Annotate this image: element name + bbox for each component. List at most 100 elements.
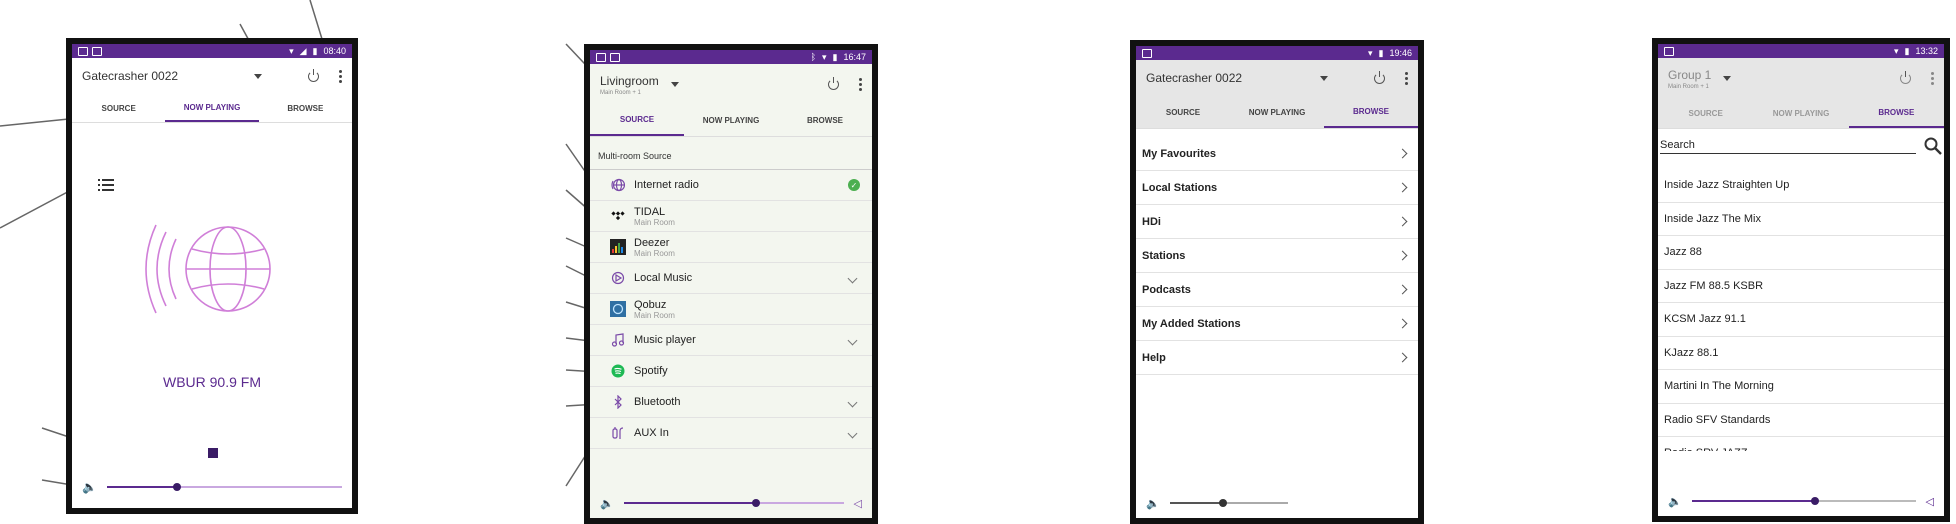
more-icon[interactable] <box>1931 71 1934 85</box>
browse-menu-label: Podcasts <box>1142 283 1191 296</box>
result-item[interactable]: Inside Jazz Straighten Up <box>1658 169 1944 203</box>
chevron-down-icon[interactable] <box>847 428 858 438</box>
tab-browse[interactable]: BROWSE <box>259 94 352 122</box>
source-item[interactable]: Music player <box>590 325 872 356</box>
stop-button[interactable] <box>208 448 218 458</box>
tab-source[interactable]: SOURCE <box>590 104 684 136</box>
power-icon[interactable] <box>1900 70 1911 84</box>
browse-menu-item[interactable]: Help <box>1136 341 1418 375</box>
browse-menu-item[interactable]: HDi <box>1136 205 1418 239</box>
section-label: Multi-room Source <box>590 137 872 170</box>
result-label: Martini In The Morning <box>1664 380 1774 393</box>
source-item[interactable]: Internet radio ✓ <box>590 170 872 201</box>
tab-source[interactable]: SOURCE <box>1136 96 1230 128</box>
bluetooth-icon <box>610 394 626 410</box>
search-input[interactable]: Search <box>1660 139 1916 154</box>
source-sub: Main Room <box>634 248 675 258</box>
result-item[interactable]: Martini In The Morning <box>1658 370 1944 404</box>
tab-source[interactable]: SOURCE <box>1658 98 1753 128</box>
result-item[interactable]: Radio SRV JAZZ <box>1658 437 1944 451</box>
battery-icon: ▮ <box>832 51 838 62</box>
tab-browse[interactable]: BROWSE <box>1324 96 1418 128</box>
power-icon[interactable] <box>828 76 839 90</box>
qobuz-icon <box>610 301 626 317</box>
room-sub: Main Room + 1 <box>1668 84 1709 90</box>
power-icon[interactable] <box>308 68 319 82</box>
speaker-icon[interactable]: 🔈 <box>1146 497 1160 510</box>
chevron-down-icon[interactable] <box>847 335 858 345</box>
result-item[interactable]: Inside Jazz The Mix <box>1658 203 1944 236</box>
tab-bar: SOURCE NOW PLAYING BROWSE <box>1658 98 1944 129</box>
chevron-down-icon[interactable] <box>847 397 858 407</box>
source-item[interactable]: Deezer Main Room <box>590 232 872 263</box>
chevron-down-icon[interactable] <box>847 273 858 283</box>
browse-menu-item[interactable]: Podcasts <box>1136 273 1418 307</box>
chevron-down-icon[interactable] <box>1320 75 1328 81</box>
source-label: Bluetooth <box>634 396 681 408</box>
device-name[interactable]: Gatecrasher 0022 <box>1146 71 1242 85</box>
tab-browse[interactable]: BROWSE <box>1848 98 1944 128</box>
result-item[interactable]: KJazz 88.1 <box>1658 337 1944 370</box>
browse-menu-item[interactable]: My Favourites <box>1136 137 1418 171</box>
browse-menu-item[interactable]: Stations <box>1136 239 1418 273</box>
queue-list-icon[interactable] <box>98 178 114 191</box>
chevron-right-icon <box>1397 352 1408 363</box>
source-label: AUX In <box>634 427 669 439</box>
speaker-max-icon[interactable]: ◁ <box>1926 495 1934 508</box>
source-sub: Main Room <box>634 217 675 227</box>
chevron-down-icon[interactable] <box>254 73 262 79</box>
chevron-down-icon[interactable] <box>670 81 679 87</box>
volume-slider[interactable] <box>623 499 844 507</box>
result-label: Radio SRV JAZZ <box>1664 447 1938 451</box>
source-item[interactable]: Bluetooth <box>590 387 872 418</box>
speaker-icon[interactable]: 🔈 <box>1668 495 1682 508</box>
volume-bar: 🔈 ◁ <box>590 488 872 518</box>
tab-now-playing[interactable]: NOW PLAYING <box>165 94 259 122</box>
battery-icon: ▮ <box>1378 47 1384 58</box>
source-item[interactable]: AUX In <box>590 418 872 449</box>
search-icon[interactable] <box>1924 137 1942 155</box>
speaker-icon[interactable]: 🔈 <box>82 480 97 494</box>
result-item[interactable]: KCSM Jazz 91.1 <box>1658 303 1944 337</box>
check-icon: ✓ <box>848 179 860 191</box>
room-name[interactable]: Livingroom <box>600 74 659 88</box>
room-name[interactable]: Group 1 <box>1668 68 1711 82</box>
tab-now-playing[interactable]: NOW PLAYING <box>1753 98 1848 128</box>
source-label: Local Music <box>634 272 693 284</box>
source-item[interactable]: Qobuz Main Room <box>590 294 872 325</box>
screen-source: ᛒ ▾ ▮ 16:47 Livingroom Main Room + 1 SOU… <box>590 50 872 518</box>
speaker-icon[interactable]: 🔈 <box>600 497 614 510</box>
chevron-down-icon[interactable] <box>1723 75 1732 81</box>
browse-menu-label: Local Stations <box>1142 181 1218 194</box>
room-header: Group 1 Main Room + 1 <box>1658 58 1944 98</box>
more-icon[interactable] <box>859 77 862 91</box>
battery-icon: ▮ <box>312 45 318 56</box>
device-name[interactable]: Gatecrasher 0022 <box>82 69 178 83</box>
more-icon[interactable] <box>1405 71 1408 85</box>
more-icon[interactable] <box>339 69 342 83</box>
phone-now-playing: ▾ ◢ ▮ 08:40 Gatecrasher 0022 SOURCE NOW … <box>66 38 358 514</box>
spotify-icon <box>610 363 626 379</box>
wifi-icon: ▾ <box>821 51 827 62</box>
volume-slider[interactable] <box>1169 499 1288 507</box>
browse-menu-item[interactable]: Local Stations <box>1136 171 1418 205</box>
tab-now-playing[interactable]: NOW PLAYING <box>1230 96 1324 128</box>
result-item[interactable]: Jazz FM 88.5 KSBR <box>1658 270 1944 303</box>
speaker-max-icon[interactable]: ◁ <box>854 497 862 510</box>
chevron-right-icon <box>1397 216 1408 227</box>
source-item[interactable]: Spotify <box>590 356 872 387</box>
music-note-icon <box>610 332 626 348</box>
source-item[interactable]: Local Music <box>590 263 872 294</box>
browse-menu-item[interactable]: My Added Stations <box>1136 307 1418 341</box>
result-item[interactable]: Radio SFV Standards <box>1658 404 1944 437</box>
chevron-right-icon <box>1397 318 1408 329</box>
source-item[interactable]: TIDAL Main Room <box>590 201 872 232</box>
volume-slider[interactable] <box>106 483 342 491</box>
source-label: Qobuz <box>634 298 667 311</box>
tab-now-playing[interactable]: NOW PLAYING <box>684 104 778 136</box>
tab-source[interactable]: SOURCE <box>72 94 165 122</box>
result-item[interactable]: Jazz 88 <box>1658 236 1944 270</box>
power-icon[interactable] <box>1374 70 1385 84</box>
tab-browse[interactable]: BROWSE <box>778 104 872 136</box>
volume-slider[interactable] <box>1691 497 1916 505</box>
